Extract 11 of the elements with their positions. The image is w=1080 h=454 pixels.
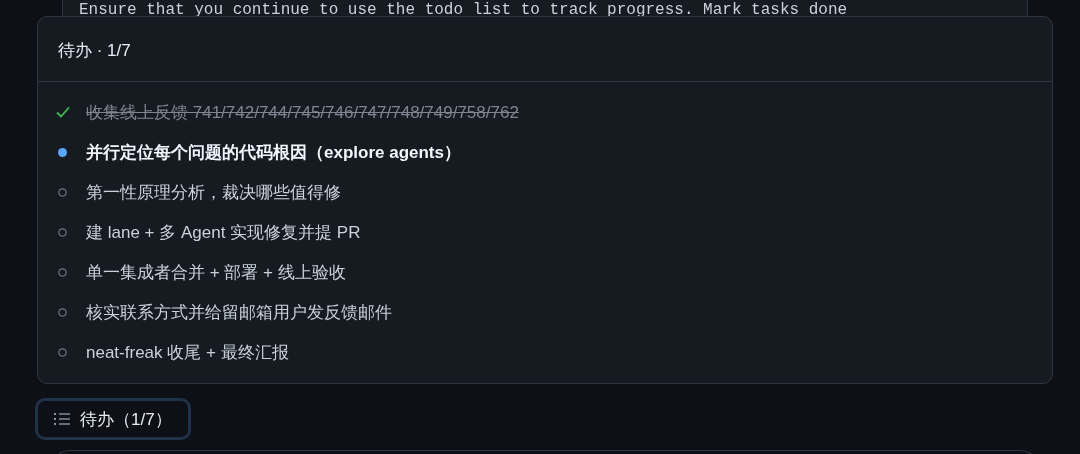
todo-text: 核实联系方式并给留邮箱用户发反馈邮件 bbox=[86, 301, 392, 324]
todo-text: neat-freak 收尾 + 最终汇报 bbox=[86, 341, 289, 364]
todo-button[interactable]: 待办（1/7） bbox=[35, 398, 191, 440]
popup-title: 待办 · 1/7 bbox=[57, 40, 131, 62]
todo-text: 建 lane + 多 Agent 实现修复并提 PR bbox=[86, 221, 361, 244]
todo-text: 并行定位每个问题的代码根因（explore agents） bbox=[86, 141, 461, 164]
list-icon bbox=[54, 412, 70, 426]
code-text: Ensure that you continue to use the todo list to track progress. Mark tasks done bbox=[79, 1, 848, 19]
todo-text: 单一集成者合并 + 部署 + 线上验收 bbox=[86, 261, 346, 284]
todo-text: 收集线上反馈 741/742/744/745/746/747/748/749/758/762 bbox=[86, 101, 519, 124]
todo-text: 第一性原理分析，裁决哪些值得修 bbox=[86, 181, 341, 204]
